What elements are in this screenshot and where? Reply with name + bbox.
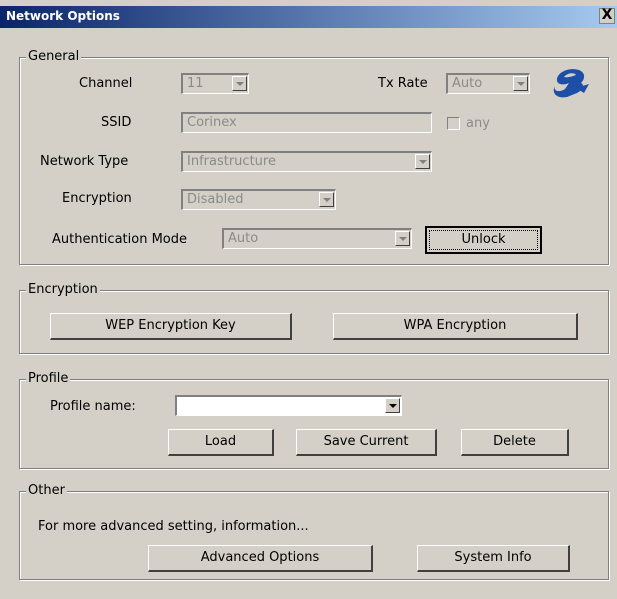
load-button[interactable]: Load: [168, 429, 274, 456]
system-info-button[interactable]: System Info: [417, 545, 570, 572]
tx-rate-dropdown-icon: [513, 76, 528, 91]
brand-logo-icon: [553, 69, 589, 98]
network-type-dropdown-icon: [415, 154, 430, 169]
ssid-label: SSID: [101, 115, 132, 130]
auth-mode-dropdown-icon: [395, 231, 410, 246]
encryption-dropdown-icon: [319, 192, 334, 207]
tx-rate-label: Tx Rate: [378, 76, 428, 91]
auth-mode-select[interactable]: Auto: [222, 228, 412, 249]
general-legend: General: [26, 49, 82, 64]
network-type-label: Network Type: [40, 154, 129, 169]
window-title: Network Options: [6, 9, 120, 23]
wep-encryption-key-button[interactable]: WEP Encryption Key: [50, 313, 292, 340]
wpa-encryption-button[interactable]: WPA Encryption: [333, 313, 578, 340]
ssid-value: Corinex: [187, 115, 237, 130]
tx-rate-select[interactable]: Auto: [446, 73, 530, 94]
encryption-legend: Encryption: [26, 282, 100, 297]
profile-name-dropdown-icon[interactable]: [385, 398, 400, 413]
tx-rate-value: Auto: [452, 76, 483, 91]
network-type-value: Infrastructure: [187, 154, 276, 169]
channel-select[interactable]: 11: [181, 73, 249, 94]
other-legend: Other: [26, 483, 67, 498]
unlock-button[interactable]: Unlock: [425, 226, 542, 254]
network-type-select[interactable]: Infrastructure: [181, 151, 432, 172]
channel-dropdown-icon: [232, 76, 247, 91]
profile-legend: Profile: [26, 371, 71, 386]
encryption-select[interactable]: Disabled: [181, 189, 336, 210]
other-info-text: For more advanced setting, information..…: [38, 519, 309, 534]
title-bar[interactable]: Network Options X: [0, 6, 617, 28]
profile-name-label: Profile name:: [50, 399, 136, 414]
advanced-options-button[interactable]: Advanced Options: [148, 545, 373, 572]
network-options-dialog: Network Options X General Channel 11 Tx …: [0, 0, 617, 599]
save-current-button[interactable]: Save Current: [296, 429, 437, 456]
close-button[interactable]: X: [599, 8, 615, 24]
channel-value: 11: [187, 76, 204, 91]
auth-mode-value: Auto: [228, 231, 259, 246]
auth-mode-label: Authentication Mode: [52, 232, 187, 247]
encryption-value: Disabled: [187, 192, 244, 207]
ssid-any-label: any: [466, 116, 490, 131]
ssid-any-checkbox[interactable]: [447, 117, 460, 130]
ssid-field[interactable]: Corinex: [181, 112, 432, 133]
encryption-label: Encryption: [62, 191, 132, 206]
profile-name-combobox[interactable]: [175, 395, 402, 416]
delete-button[interactable]: Delete: [461, 429, 569, 456]
channel-label: Channel: [79, 76, 133, 91]
